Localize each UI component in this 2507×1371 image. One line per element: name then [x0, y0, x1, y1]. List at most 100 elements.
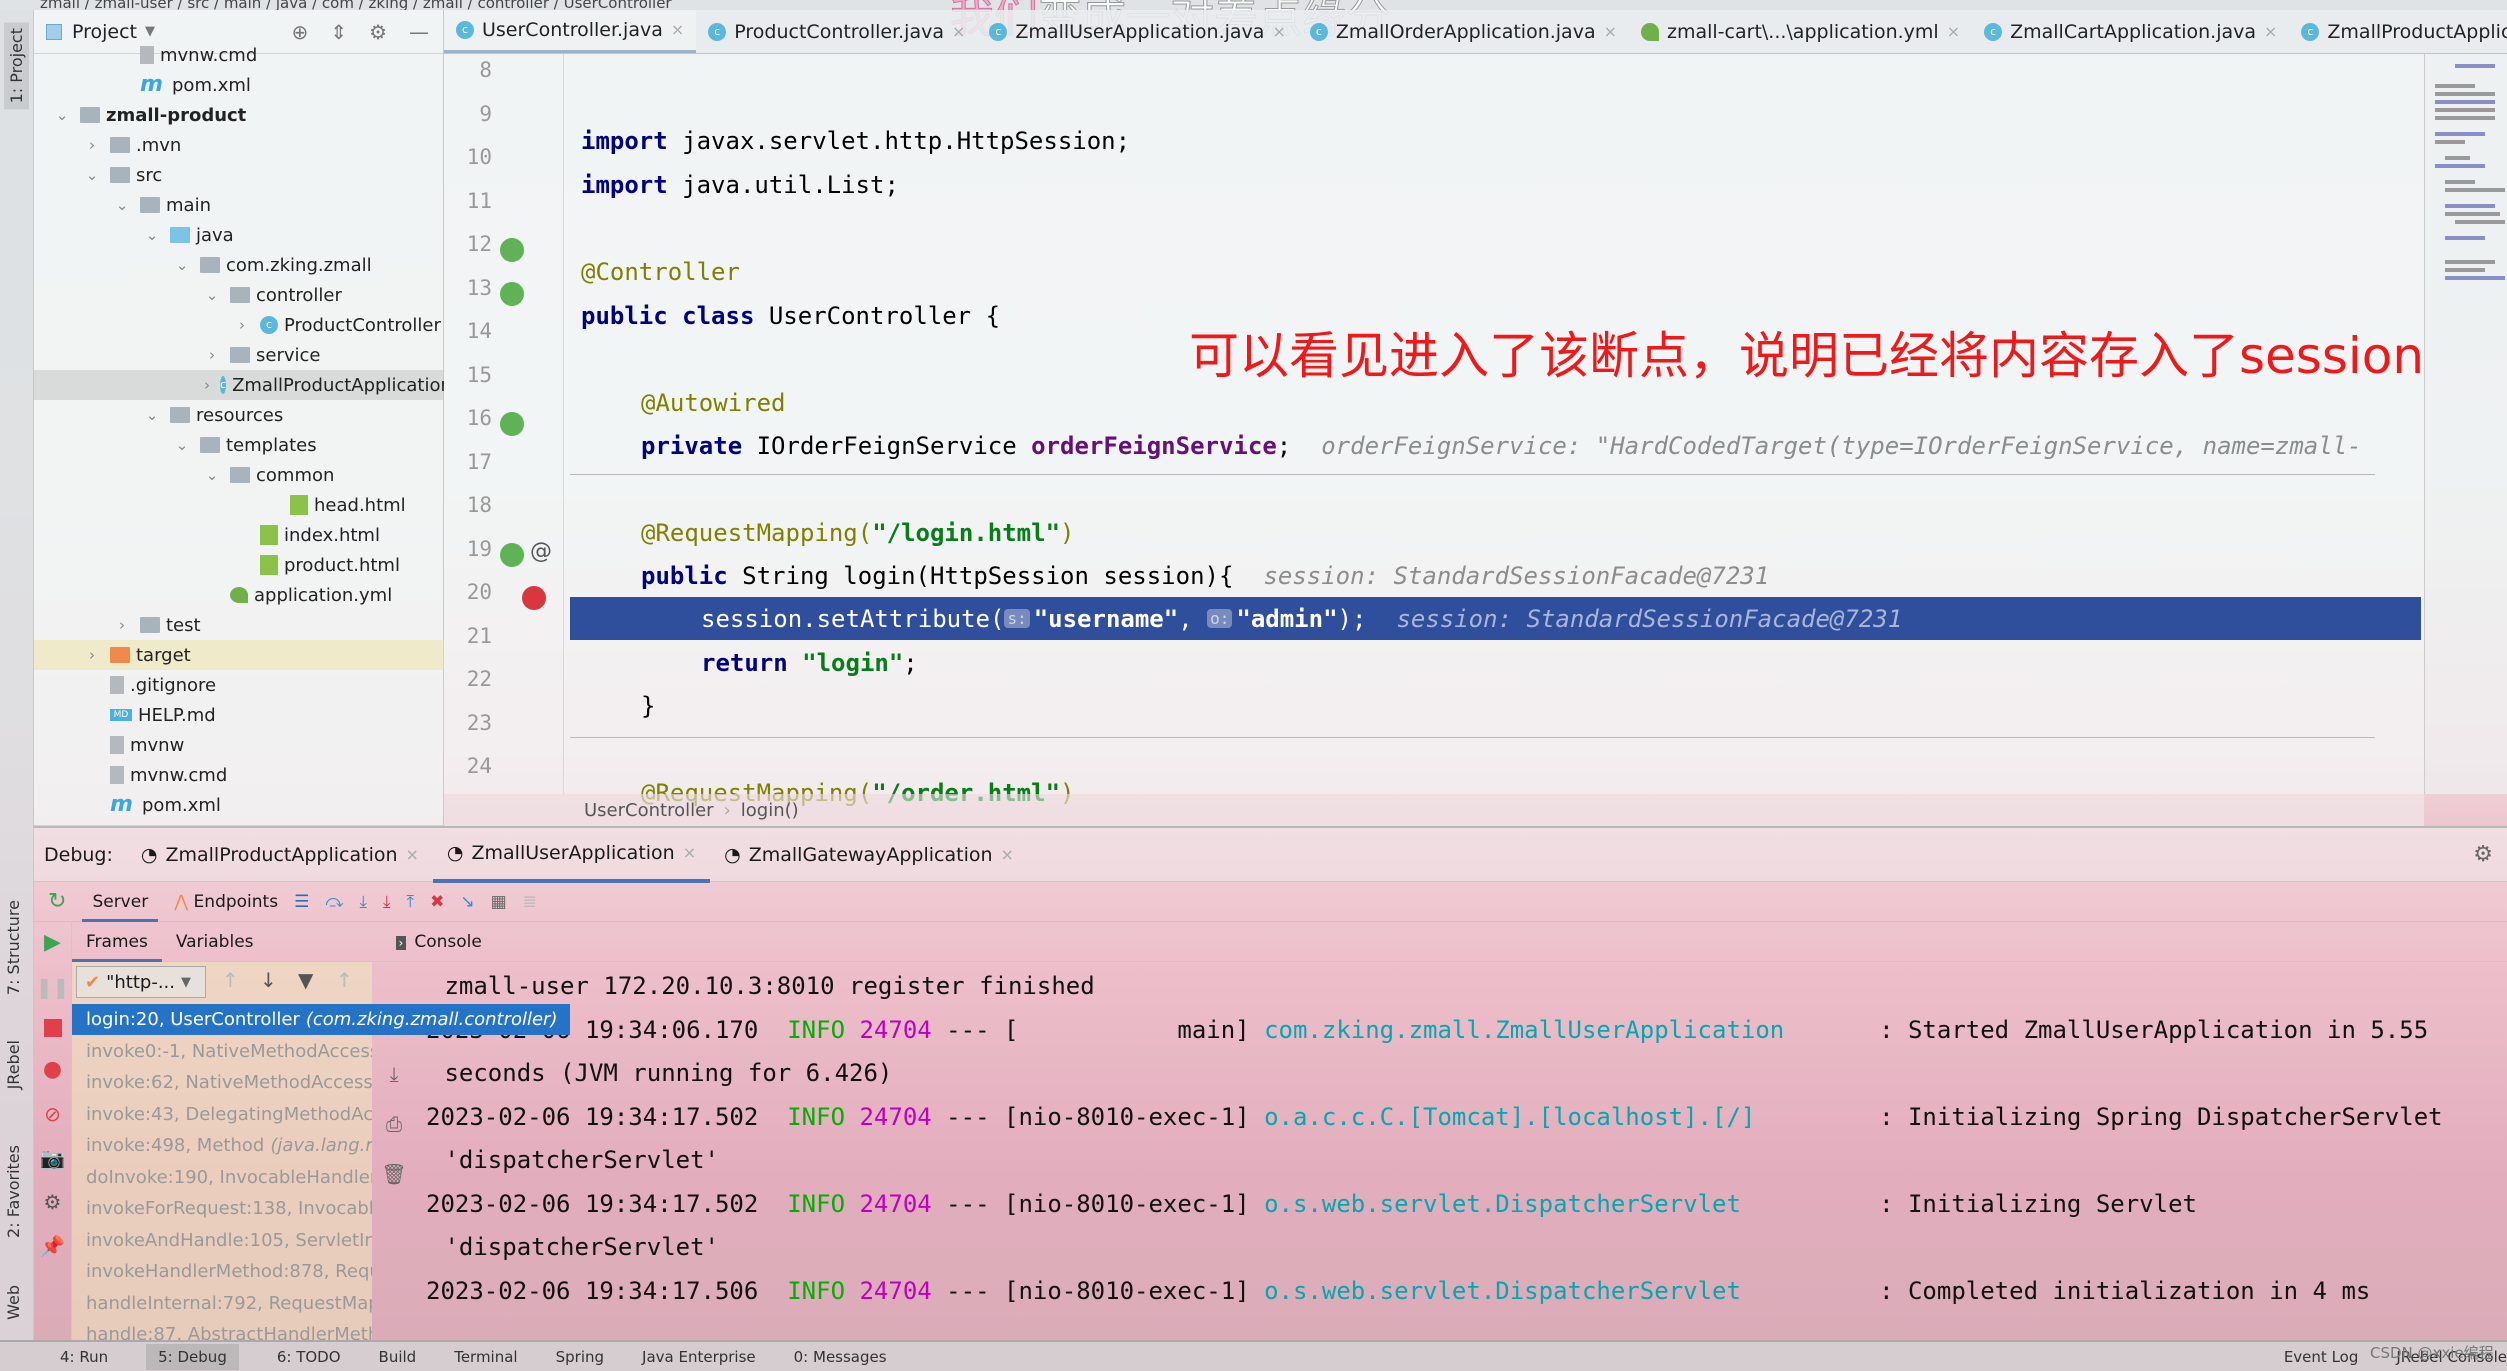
stack-frame[interactable]: invokeHandlerMethod:878, RequestMappingH…: [72, 1256, 372, 1287]
tool-window-button[interactable]: Spring: [556, 1348, 604, 1366]
spring-bean-class-icon[interactable]: [500, 281, 524, 306]
editor-tab[interactable]: c ZmallCartApplication.java ×: [1972, 10, 2289, 53]
scroll-to-end-icon[interactable]: ⤓: [390, 1062, 399, 1086]
trace-icon[interactable]: ≣: [523, 892, 537, 912]
tree-item[interactable]: › test: [34, 610, 444, 640]
console-output[interactable]: zmall-user 172.20.10.3:8010 register fin…: [416, 962, 2507, 1340]
tree-item[interactable]: m pom.xml: [34, 70, 444, 100]
editor-gutter[interactable]: 8 9 10 11 12 13 14 15 16 17 18 19 20 21 22 23 24 @: [444, 54, 564, 794]
stack-frame[interactable]: invokeAndHandle:105, ServletInvocableHan…: [72, 1225, 372, 1256]
tree-item[interactable]: › service: [34, 340, 444, 370]
breakpoint-icon[interactable]: [522, 586, 546, 610]
chevron-right-icon[interactable]: ›: [204, 346, 220, 364]
run-to-cursor-icon[interactable]: ↘: [460, 892, 474, 912]
tree-item[interactable]: mvnw: [34, 730, 444, 760]
close-icon[interactable]: ×: [1947, 22, 1960, 41]
editor-tab[interactable]: zmall-cart\...\application.yml ×: [1629, 10, 1972, 53]
tool-window-button[interactable]: Terminal: [454, 1348, 517, 1366]
mute-breakpoints-icon[interactable]: ⊘: [44, 1102, 61, 1126]
drop-frame-icon[interactable]: ✖: [430, 892, 444, 912]
tree-item[interactable]: mvnw.cmd: [34, 40, 444, 70]
close-icon[interactable]: ×: [952, 22, 965, 41]
chevron-right-icon[interactable]: ›: [84, 646, 100, 664]
close-icon[interactable]: ×: [406, 845, 419, 864]
chevron-down-icon[interactable]: ▼: [145, 24, 155, 39]
tool-window-button[interactable]: Java Enterprise: [642, 1348, 756, 1366]
inline-debug-value[interactable]: session: StandardSessionFacade@7231: [1263, 562, 1769, 590]
stack-frame[interactable]: invokeForRequest:138, InvocableHandlerMe…: [72, 1193, 372, 1224]
chevron-right-icon[interactable]: ›: [234, 316, 250, 334]
stack-frame[interactable]: invoke:62, NativeMethodAccessorImpl: [72, 1067, 372, 1098]
tree-item[interactable]: ⌄ src: [34, 160, 444, 190]
tree-item[interactable]: index.html: [34, 520, 444, 550]
stack-frame[interactable]: invoke:43, DelegatingMethodAccessorImpl: [72, 1099, 372, 1130]
editor-tab[interactable]: c UserController.java ×: [444, 10, 697, 53]
jrebel-tool-tab[interactable]: JRebel: [4, 1040, 23, 1089]
variables-tab[interactable]: Variables: [162, 932, 268, 952]
thread-selector[interactable]: ✔ "http-... ▼: [76, 966, 206, 998]
tool-window-button[interactable]: Build: [379, 1348, 417, 1366]
stack-frame[interactable]: handleInternal:792, RequestMappingHandle…: [72, 1288, 372, 1319]
debug-session-tab[interactable]: ◔ ZmallGatewayApplication ×: [710, 827, 1028, 883]
chevron-down-icon[interactable]: ⌄: [174, 436, 190, 454]
chevron-down-icon[interactable]: ⌄: [54, 106, 70, 124]
tree-item[interactable]: ⌄ controller: [34, 280, 444, 310]
tool-window-button[interactable]: Event Log: [2284, 1348, 2359, 1366]
override-at-icon[interactable]: @: [530, 539, 552, 564]
inline-debug-value[interactable]: session: StandardSessionFacade@7231: [1396, 605, 1902, 633]
tree-item[interactable]: m pom.xml: [34, 790, 444, 820]
force-step-into-icon[interactable]: ⤓: [383, 892, 391, 912]
scroll-up-icon[interactable]: ↑: [336, 968, 353, 992]
chevron-down-icon[interactable]: ⌄: [144, 226, 160, 244]
stack-frame[interactable]: invoke0:-1, NativeMethodAccessorImpl: [72, 1036, 372, 1067]
tree-item[interactable]: application.yml: [34, 580, 444, 610]
camera-icon[interactable]: 📷: [40, 1146, 65, 1170]
chevron-down-icon[interactable]: ⌄: [114, 196, 130, 214]
tree-item[interactable]: MD HELP.md: [34, 700, 444, 730]
tree-item[interactable]: › target: [34, 640, 444, 670]
breadcrumb-method[interactable]: login(): [741, 800, 799, 821]
stack-frame[interactable]: invoke:498, Method(java.lang.reflect): [72, 1130, 372, 1161]
debug-session-tab[interactable]: ◔ ZmallProductApplication ×: [127, 827, 433, 883]
filter-icon[interactable]: ▼: [298, 968, 313, 992]
close-icon[interactable]: ×: [671, 20, 684, 39]
previous-frame-icon[interactable]: ↑: [222, 968, 239, 992]
show-execution-point-icon[interactable]: ☰: [294, 892, 309, 912]
rerun-icon[interactable]: ↻: [48, 889, 66, 914]
tree-item[interactable]: › c ZmallProductApplication: [34, 370, 444, 400]
tree-item[interactable]: › c ProductController: [34, 310, 444, 340]
close-icon[interactable]: ×: [1272, 22, 1285, 41]
web-tool-tab[interactable]: Web: [4, 1285, 23, 1320]
stack-frame[interactable]: doInvoke:190, InvocableHandlerMethod: [72, 1162, 372, 1193]
tree-item[interactable]: product.html: [34, 550, 444, 580]
tree-item[interactable]: .gitignore: [34, 670, 444, 700]
editor-tab[interactable]: c ZmallUserApplication.java ×: [977, 10, 1297, 53]
tree-item[interactable]: ⌄ main: [34, 190, 444, 220]
favorites-tool-tab[interactable]: 2: Favorites: [4, 1145, 23, 1238]
tree-item[interactable]: head.html: [34, 490, 444, 520]
editor-tab[interactable]: c ZmallOrderApplication.java ×: [1298, 10, 1629, 53]
tree-item[interactable]: ⌄ java: [34, 220, 444, 250]
tree-item[interactable]: ⌄ zmall-product: [34, 100, 444, 130]
chevron-down-icon[interactable]: ⌄: [204, 286, 220, 304]
server-tab[interactable]: Server: [82, 882, 159, 922]
code-editor[interactable]: 8 9 10 11 12 13 14 15 16 17 18 19 20 21 22 23 24 @ import…: [444, 54, 2424, 807]
step-into-icon[interactable]: ⤓: [360, 892, 368, 912]
pin-icon[interactable]: 📌: [40, 1234, 65, 1258]
frames-tab[interactable]: Frames: [72, 922, 162, 962]
stack-frame[interactable]: login:20, UserController (com.zking.zmall…: [72, 1004, 570, 1035]
spring-bean-icon[interactable]: [500, 238, 524, 262]
structure-tool-tab[interactable]: 7: Structure: [4, 900, 23, 995]
tree-item[interactable]: ⌄ templates: [34, 430, 444, 460]
close-icon[interactable]: ×: [683, 843, 696, 862]
resume-icon[interactable]: ▶: [44, 930, 61, 955]
tree-item[interactable]: ⌄ resources: [34, 400, 444, 430]
editor-tab[interactable]: c ProductController.java ×: [696, 10, 977, 53]
code-minimap[interactable]: [2424, 54, 2507, 794]
tree-item[interactable]: ⌄ common: [34, 460, 444, 490]
tool-window-button[interactable]: 4: Run: [60, 1348, 108, 1366]
autowired-bean-icon[interactable]: [500, 412, 524, 436]
breadcrumb-class[interactable]: UserController: [584, 800, 714, 821]
evaluate-expression-icon[interactable]: ▦: [491, 892, 507, 912]
close-icon[interactable]: ×: [1001, 845, 1014, 864]
